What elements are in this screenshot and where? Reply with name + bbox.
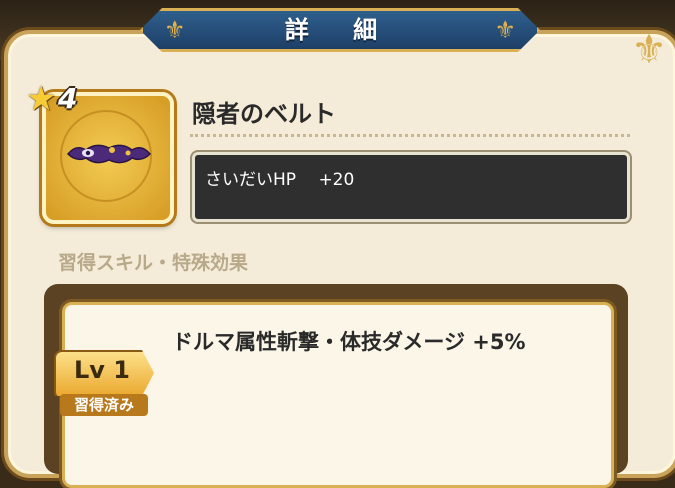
item-name: 隠者のベルト	[192, 100, 336, 128]
stat-text: さいだいHP +20	[205, 170, 355, 190]
rarity-star-icon: ★	[26, 79, 57, 119]
skills-section-label: 習得スキル・特殊効果	[58, 252, 249, 274]
corner-ornament-icon: ⚜	[631, 27, 667, 73]
learned-status: 習得済み	[60, 394, 148, 416]
skill-level-badge: Lv 1 習得済み	[54, 350, 160, 420]
belt-icon	[66, 144, 152, 164]
page-title: 詳 細	[284, 16, 396, 44]
skill-description: ドルマ属性斬撃・体技ダメージ +5%	[172, 330, 526, 354]
level-label: Lv 1	[74, 356, 130, 384]
title-banner: ⚜ ⚜ 詳 細	[140, 0, 540, 60]
dotted-divider	[190, 134, 630, 137]
rarity-number: 4	[58, 82, 78, 115]
stat-box: さいだいHP +20	[192, 152, 630, 222]
